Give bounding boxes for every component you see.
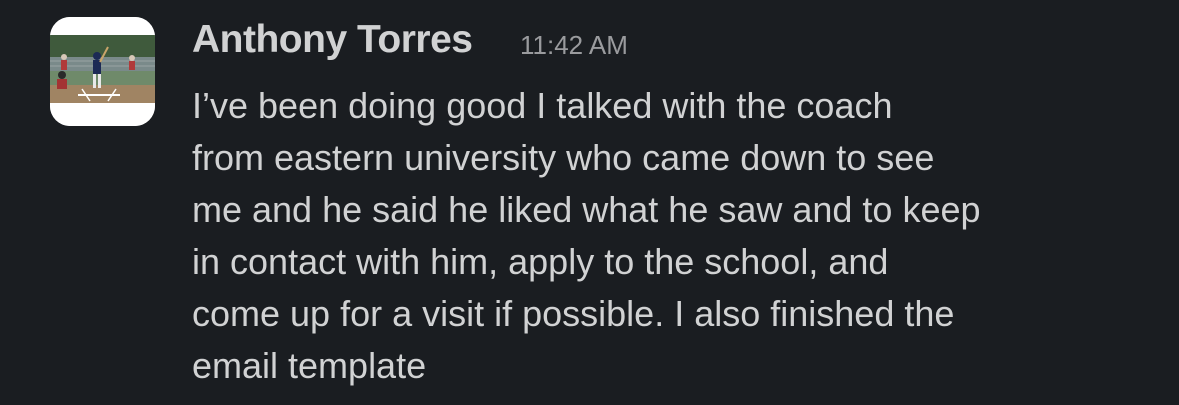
sender-name[interactable]: Anthony Torres [192, 18, 473, 62]
message-line: email template [192, 345, 427, 386]
message-line: me and he said he liked what he saw and … [192, 189, 981, 230]
baseball-photo-icon [50, 17, 155, 126]
message-timestamp[interactable]: 11:42 AM [520, 30, 628, 61]
chat-message: Anthony Torres 11:42 AM I’ve been doing … [0, 0, 1179, 405]
message-line: from eastern university who came down to… [192, 137, 935, 178]
message-body: I’ve been doing good I talked with the c… [192, 80, 1152, 392]
message-line: I’ve been doing good I talked with the c… [192, 85, 893, 126]
avatar[interactable] [50, 17, 155, 126]
message-line: in contact with him, apply to the school… [192, 241, 889, 282]
message-line: come up for a visit if possible. I also … [192, 293, 955, 334]
